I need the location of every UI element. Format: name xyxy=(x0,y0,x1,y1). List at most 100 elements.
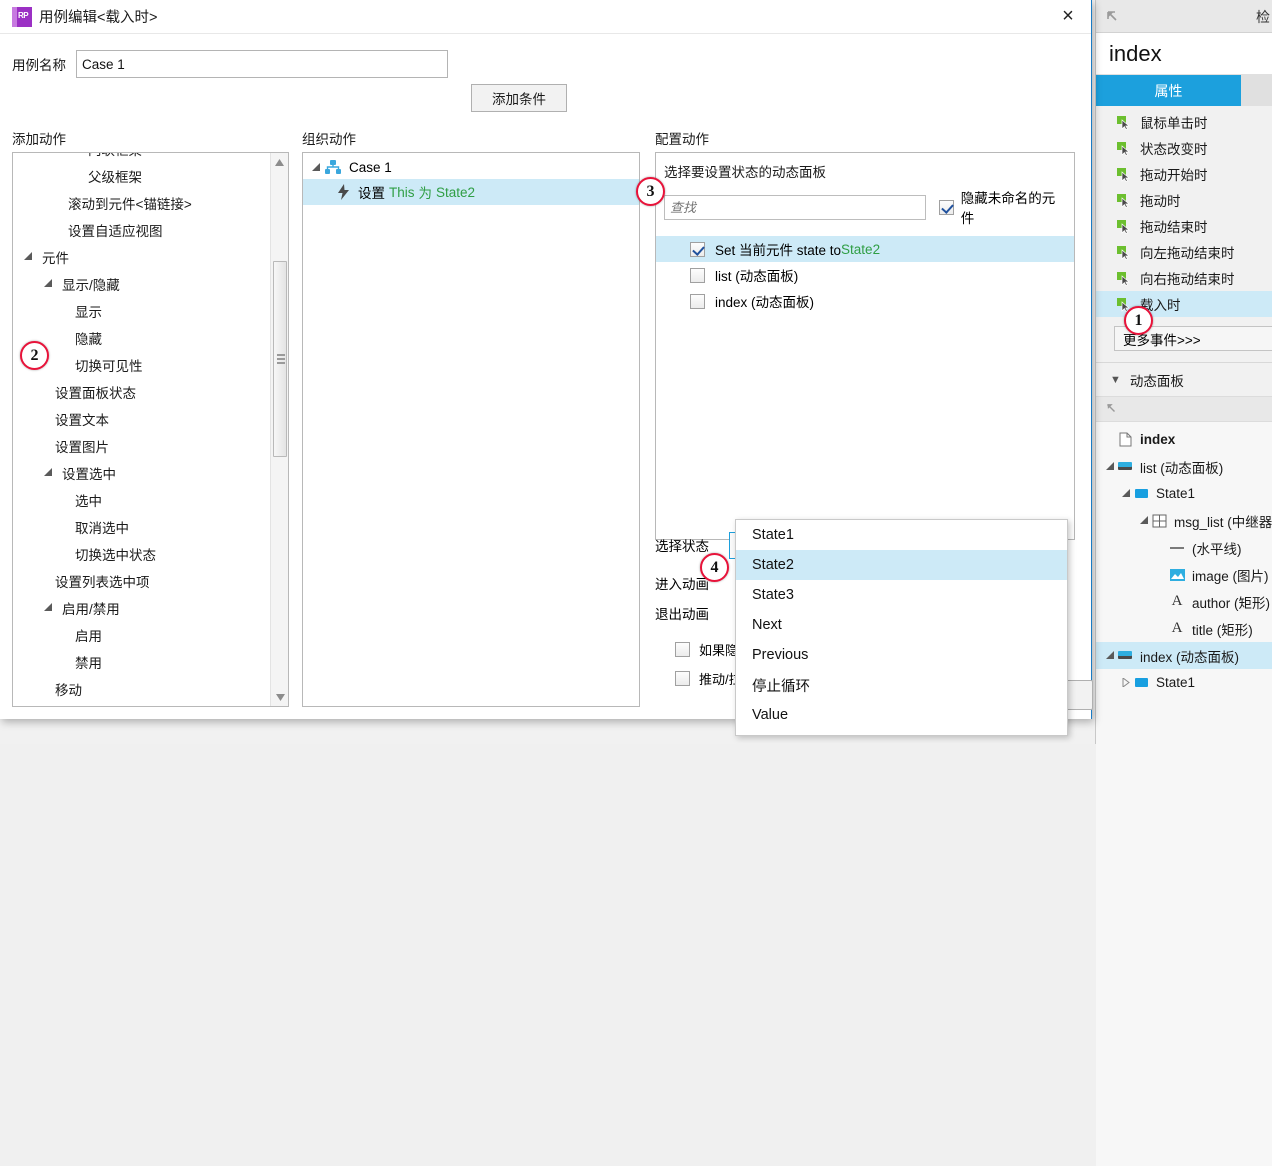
organize-action-prefix: 设置 xyxy=(358,186,385,201)
organize-action-panel[interactable]: Case 1 设置 This 为 State2 xyxy=(302,152,640,707)
dropdown-option[interactable]: Value xyxy=(736,700,1067,730)
option-2-checkbox[interactable] xyxy=(675,671,690,686)
add-condition-button[interactable]: 添加条件 xyxy=(471,84,567,112)
app-logo-text: RP xyxy=(18,10,29,20)
option-1-checkbox[interactable] xyxy=(675,642,690,657)
action-tree-item[interactable]: 切换选中状态 xyxy=(13,540,271,567)
action-tree-item[interactable]: 切换可见性 xyxy=(13,351,271,378)
hide-unnamed-checkbox-row[interactable]: 隐藏未命名的元件 xyxy=(938,187,1066,227)
item-checkbox[interactable] xyxy=(690,267,705,283)
action-tree-scrollbar[interactable] xyxy=(270,153,288,706)
organize-action-row[interactable]: 设置 This 为 State2 xyxy=(303,179,639,205)
action-tree-item[interactable]: 元件 xyxy=(13,243,271,270)
outline-row[interactable]: msg_list (中继器) xyxy=(1096,507,1272,534)
action-tree-item[interactable]: 旋转 xyxy=(13,702,271,706)
item-checkbox[interactable] xyxy=(690,241,705,257)
panel-list-item-current[interactable]: Set 当前元件 state to State2 xyxy=(656,236,1074,262)
outline-row[interactable]: State1 xyxy=(1096,669,1272,696)
action-tree-item[interactable]: 禁用 xyxy=(13,648,271,675)
close-icon[interactable]: × xyxy=(1045,0,1091,33)
event-item[interactable]: 鼠标单击时 xyxy=(1096,109,1272,135)
event-item[interactable]: 拖动开始时 xyxy=(1096,161,1272,187)
action-tree-item[interactable]: 选中 xyxy=(13,486,271,513)
outline-row[interactable]: State1 xyxy=(1096,480,1272,507)
section-dynamic-panel[interactable]: ▼ 动态面板 xyxy=(1096,363,1272,396)
action-tree-item[interactable]: 设置图片 xyxy=(13,432,271,459)
case-icon xyxy=(325,160,341,174)
twisty-closed-icon[interactable] xyxy=(1118,678,1132,687)
twisty-open-icon[interactable] xyxy=(41,603,54,612)
tab-properties[interactable]: 属性 xyxy=(1096,75,1241,106)
outline-row-index-panel[interactable]: index (动态面板) xyxy=(1096,642,1272,669)
panel-list: Set 当前元件 state to State2 list (动态面板) ind… xyxy=(656,236,1074,314)
callout-badge-2: 2 xyxy=(20,341,49,370)
twisty-open-icon[interactable] xyxy=(1118,489,1132,498)
organize-case-row[interactable]: Case 1 xyxy=(303,153,639,179)
column-header-configure-action: 配置动作 xyxy=(655,132,709,147)
callout-badge-1: 1 xyxy=(1124,306,1153,335)
outline-row[interactable]: index xyxy=(1096,426,1272,453)
dropdown-option[interactable]: State3 xyxy=(736,580,1067,610)
case-name-input[interactable] xyxy=(76,50,448,78)
column-header-add-action: 添加动作 xyxy=(12,132,66,147)
twisty-open-icon[interactable] xyxy=(1102,651,1116,660)
action-tree-item[interactable]: 设置列表选中项 xyxy=(13,567,271,594)
action-tree-item[interactable]: 设置自适应视图 xyxy=(13,216,271,243)
event-item[interactable]: 向右拖动结束时 xyxy=(1096,265,1272,291)
scrollbar-thumb[interactable] xyxy=(273,261,287,457)
action-tree-label: 切换选中状态 xyxy=(75,547,156,563)
action-tree-item[interactable]: 移动 xyxy=(13,675,271,702)
action-tree-item[interactable]: 隐藏 xyxy=(13,324,271,351)
event-label: 向左拖动结束时 xyxy=(1140,246,1235,261)
twisty-open-icon[interactable] xyxy=(1136,516,1150,525)
outline-row[interactable]: (水平线) xyxy=(1096,534,1272,561)
back-arrow-icon[interactable] xyxy=(1104,401,1118,418)
dropdown-option[interactable]: Previous xyxy=(736,640,1067,670)
dynamic-panel-icon xyxy=(1116,649,1134,662)
twisty-open-icon[interactable] xyxy=(41,279,54,288)
scroll-down-arrow-icon[interactable] xyxy=(271,688,288,706)
twisty-open-icon[interactable] xyxy=(41,468,54,477)
back-arrow-icon[interactable] xyxy=(1104,8,1120,24)
item-checkbox[interactable] xyxy=(690,293,705,309)
action-tree-item[interactable]: 显示 xyxy=(13,297,271,324)
action-tree[interactable]: 内联框架 父级框架 滚动到元件<锚链接> 设置自适应视图 xyxy=(12,152,289,707)
action-tree-item[interactable]: 父级框架 xyxy=(13,162,271,189)
search-input[interactable] xyxy=(664,194,926,220)
outline-row[interactable]: A title (矩形) xyxy=(1096,615,1272,642)
action-tree-item[interactable]: 内联框架 xyxy=(13,153,271,162)
action-tree-item[interactable]: 显示/隐藏 xyxy=(13,270,271,297)
dropdown-option[interactable]: State1 xyxy=(736,520,1067,550)
scroll-up-arrow-icon[interactable] xyxy=(271,153,288,171)
lightning-icon xyxy=(337,184,350,200)
outline-row[interactable]: image (图片) xyxy=(1096,561,1272,588)
hide-unnamed-checkbox[interactable] xyxy=(938,199,954,215)
event-item[interactable]: 状态改变时 xyxy=(1096,135,1272,161)
action-tree-item-set-panel-state[interactable]: 设置面板状态 xyxy=(13,378,271,405)
outline-row[interactable]: list (动态面板) xyxy=(1096,453,1272,480)
twisty-open-icon[interactable] xyxy=(1102,462,1116,471)
event-item[interactable]: 向左拖动结束时 xyxy=(1096,239,1272,265)
state-dropdown-list[interactable]: State1 State2 State3 Next Previous 停止循环 … xyxy=(735,519,1068,736)
twisty-open-icon[interactable] xyxy=(307,162,323,172)
event-item[interactable]: 拖动结束时 xyxy=(1096,213,1272,239)
app-logo-icon: RP xyxy=(12,6,32,27)
outline-row[interactable]: A author (矩形) xyxy=(1096,588,1272,615)
action-tree-item[interactable]: 滚动到元件<锚链接> xyxy=(13,189,271,216)
more-events-wrap: 更多事件>>> xyxy=(1096,317,1272,351)
action-tree-item[interactable]: 启用 xyxy=(13,621,271,648)
twisty-open-icon[interactable] xyxy=(21,252,34,261)
event-item[interactable]: 拖动时 xyxy=(1096,187,1272,213)
outline-label: State1 xyxy=(1156,675,1196,690)
action-tree-item[interactable]: 启用/禁用 xyxy=(13,594,271,621)
panel-list-item-list[interactable]: list (动态面板) xyxy=(656,262,1074,288)
action-tree-item[interactable]: 设置文本 xyxy=(13,405,271,432)
dropdown-option[interactable]: 停止循环 xyxy=(736,670,1067,700)
dropdown-option[interactable]: Next xyxy=(736,610,1067,640)
event-item-onload[interactable]: 载入时 xyxy=(1096,291,1272,317)
dropdown-option-selected[interactable]: State2 xyxy=(736,550,1067,580)
panel-list-item-index[interactable]: index (动态面板) xyxy=(656,288,1074,314)
action-tree-label: 内联框架 xyxy=(88,153,142,159)
action-tree-item[interactable]: 设置选中 xyxy=(13,459,271,486)
action-tree-item[interactable]: 取消选中 xyxy=(13,513,271,540)
